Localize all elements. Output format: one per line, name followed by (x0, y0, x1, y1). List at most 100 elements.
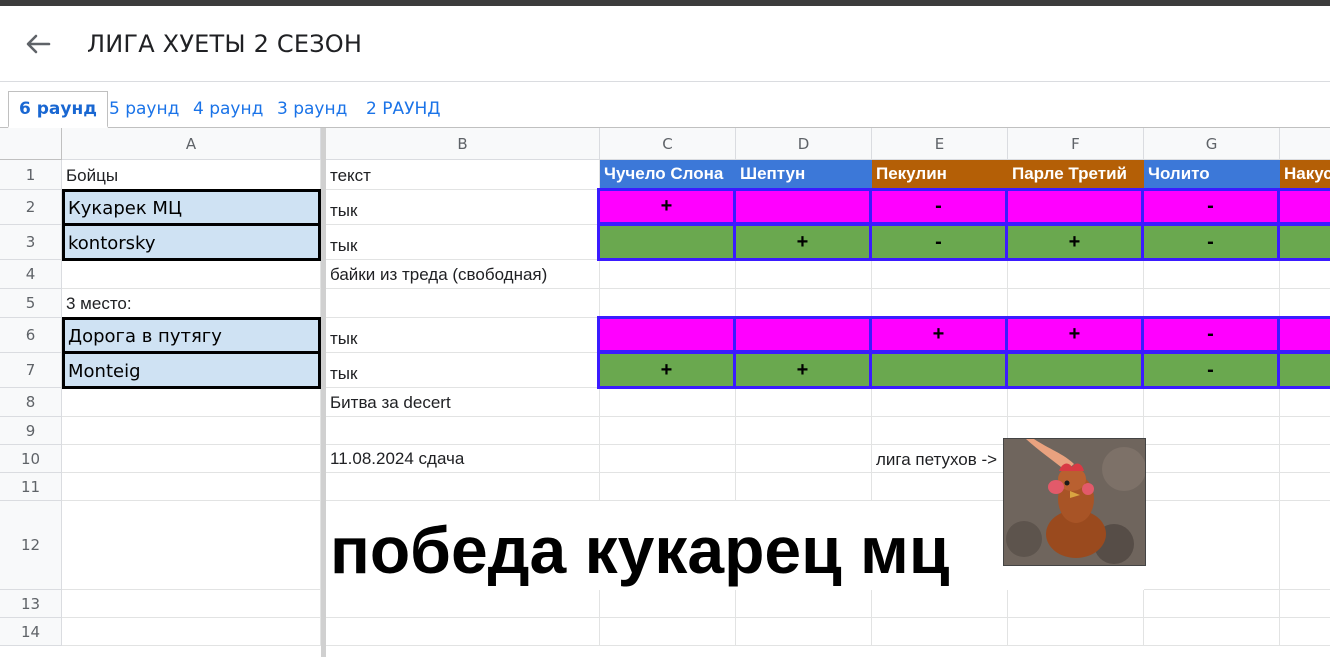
cell-c11[interactable] (600, 473, 736, 501)
vote-cell-c7[interactable]: + (597, 351, 736, 389)
cell-e9[interactable] (872, 417, 1008, 445)
cell-d13[interactable] (736, 590, 872, 618)
cell-d5[interactable] (736, 289, 872, 318)
row-header-12[interactable]: 12 (0, 501, 62, 590)
cell-b13[interactable] (326, 590, 600, 618)
row-header-7[interactable]: 7 (0, 353, 62, 388)
cell-h12[interactable] (1280, 501, 1330, 590)
vote-cell-d6[interactable] (733, 316, 872, 353)
judge-header-h1[interactable]: Накус (1280, 160, 1330, 188)
cell-h13[interactable] (1280, 590, 1330, 618)
cell-c10[interactable] (600, 445, 736, 473)
rooster-image[interactable] (1003, 438, 1146, 566)
cell-g8[interactable] (1144, 388, 1280, 417)
tab-6-round[interactable]: 6 раунд (8, 91, 108, 128)
judge-header-e1[interactable]: Пекулин (872, 160, 1008, 188)
fighter-cell-a7[interactable]: Monteig (62, 351, 321, 389)
cell-c13[interactable] (600, 590, 736, 618)
cell-e11[interactable] (872, 473, 1008, 501)
vote-cell-c6[interactable] (597, 316, 736, 353)
cell-b11[interactable] (326, 473, 600, 501)
cell-h9[interactable] (1280, 417, 1330, 445)
cell-c5[interactable] (600, 289, 736, 318)
grid-corner[interactable] (0, 128, 62, 160)
cell-e8[interactable] (872, 388, 1008, 417)
column-header-g[interactable]: G (1144, 128, 1280, 160)
cell-f8[interactable] (1008, 388, 1144, 417)
cell-d4[interactable] (736, 260, 872, 289)
vote-cell-d7[interactable]: + (733, 351, 872, 389)
cell-f13[interactable] (1008, 590, 1144, 618)
cell-c4[interactable] (600, 260, 736, 289)
vote-cell-f3[interactable]: + (1005, 223, 1144, 261)
cell-b1[interactable]: текст (326, 160, 600, 190)
vote-cell-d3[interactable]: + (733, 223, 872, 261)
cell-e13[interactable] (872, 590, 1008, 618)
column-header-h[interactable] (1280, 128, 1330, 160)
cell-a12[interactable] (62, 501, 321, 590)
cell-d9[interactable] (736, 417, 872, 445)
cell-d11[interactable] (736, 473, 872, 501)
back-button[interactable] (20, 28, 56, 60)
row-header-6[interactable]: 6 (0, 318, 62, 353)
tab-5-round[interactable]: 5 раунд (99, 92, 189, 126)
vote-cell-f2[interactable] (1005, 188, 1144, 225)
cell-b3[interactable]: тык (326, 225, 600, 260)
cell-a4[interactable] (62, 260, 321, 289)
vote-cell-g2[interactable]: - (1141, 188, 1280, 225)
judge-header-d1[interactable]: Шептун (736, 160, 872, 188)
cell-a1[interactable]: Бойцы (62, 160, 321, 190)
cell-b2[interactable]: тык (326, 190, 600, 225)
fighter-cell-a2[interactable]: Кукарек МЦ (62, 189, 321, 226)
judge-header-g1[interactable]: Чолито (1144, 160, 1280, 188)
row-header-9[interactable]: 9 (0, 417, 62, 445)
column-header-e[interactable]: E (872, 128, 1008, 160)
vote-cell-e7[interactable] (869, 351, 1008, 389)
judge-header-f1[interactable]: Парле Третий (1008, 160, 1144, 188)
vote-cell-e2[interactable]: - (869, 188, 1008, 225)
cell-d8[interactable] (736, 388, 872, 417)
column-header-a[interactable]: A (62, 128, 321, 160)
cell-c8[interactable] (600, 388, 736, 417)
cell-g5[interactable] (1144, 289, 1280, 318)
cell-f5[interactable] (1008, 289, 1144, 318)
row-header-8[interactable]: 8 (0, 388, 62, 417)
cell-h11[interactable] (1280, 473, 1330, 501)
cell-a14[interactable] (62, 618, 321, 646)
cell-e5[interactable] (872, 289, 1008, 318)
cell-a10[interactable] (62, 445, 321, 473)
cell-d10[interactable] (736, 445, 872, 473)
cell-c9[interactable] (600, 417, 736, 445)
cell-b4[interactable]: байки из треда (свободная) (326, 260, 600, 289)
cell-e4[interactable] (872, 260, 1008, 289)
cell-h14[interactable] (1280, 618, 1330, 646)
cell-h4[interactable] (1280, 260, 1330, 289)
vote-cell-e3[interactable]: - (869, 223, 1008, 261)
row-header-5[interactable]: 5 (0, 289, 62, 318)
row-header-14[interactable]: 14 (0, 618, 62, 646)
cell-g4[interactable] (1144, 260, 1280, 289)
cell-a11[interactable] (62, 473, 321, 501)
vote-cell-c2[interactable]: + (597, 188, 736, 225)
cell-h8[interactable] (1280, 388, 1330, 417)
tab-2-round[interactable]: 2 РАУНД (356, 92, 451, 126)
vote-cell-h6[interactable] (1277, 316, 1330, 353)
column-header-f[interactable]: F (1008, 128, 1144, 160)
cell-b8[interactable]: Битва за decert (326, 388, 600, 417)
cell-b7[interactable]: тык (326, 353, 600, 388)
row-header-10[interactable]: 10 (0, 445, 62, 473)
cell-b14[interactable] (326, 618, 600, 646)
cell-a5[interactable]: 3 место: (62, 289, 321, 318)
cell-g11[interactable] (1144, 473, 1280, 501)
fighter-cell-a3[interactable]: kontorsky (62, 223, 321, 261)
cell-g10[interactable] (1144, 445, 1280, 473)
cell-g12[interactable] (1144, 501, 1280, 590)
vote-cell-g3[interactable]: - (1141, 223, 1280, 261)
row-header-2[interactable]: 2 (0, 190, 62, 225)
cell-b12-victory-text[interactable]: победа кукарец мц (330, 514, 949, 586)
cell-b6[interactable]: тык (326, 318, 600, 353)
cell-a8[interactable] (62, 388, 321, 417)
cell-g9[interactable] (1144, 417, 1280, 445)
vote-cell-c3[interactable] (597, 223, 736, 261)
row-header-1[interactable]: 1 (0, 160, 62, 190)
